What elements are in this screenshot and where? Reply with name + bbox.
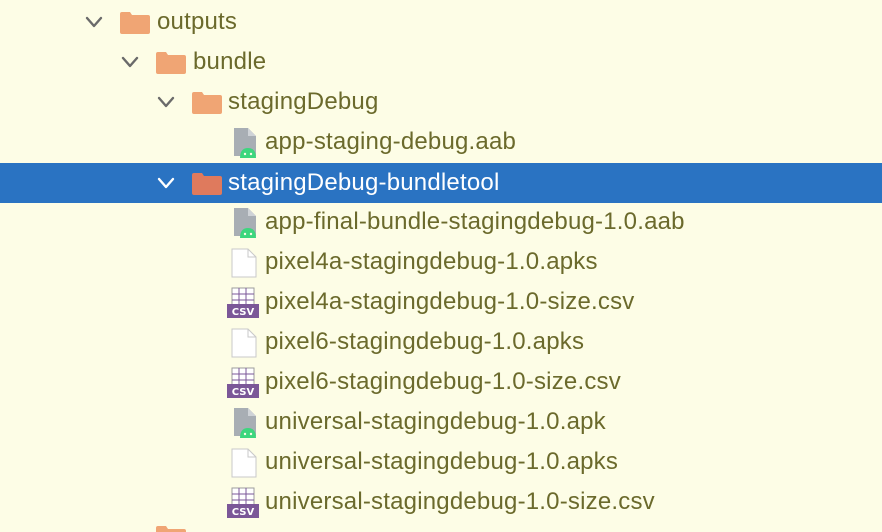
tree-row-label: stagingDebug-bundletool bbox=[228, 169, 500, 196]
csv-file-icon: CSV bbox=[227, 367, 259, 398]
android-file-icon bbox=[234, 128, 256, 158]
tree-row-pixel4a-size-csv[interactable]: CSV pixel4a-stagingdebug-1.0-size.csv bbox=[0, 282, 882, 322]
android-file-icon bbox=[234, 408, 256, 438]
tree-row-label: universal-stagingdebug-1.0.apks bbox=[265, 448, 619, 475]
folder-icon bbox=[156, 52, 186, 74]
chevron-down-icon[interactable] bbox=[82, 10, 106, 34]
csv-file-icon: CSV bbox=[227, 287, 259, 318]
folder-icon bbox=[156, 526, 186, 532]
tree-row-label: universal-stagingdebug-1.0-size.csv bbox=[265, 488, 655, 515]
chevron-down-icon[interactable] bbox=[118, 50, 142, 74]
tree-row-stagingdebug-bundletool[interactable]: stagingDebug-bundletool bbox=[0, 163, 882, 203]
tree-row-pixel4a-apks[interactable]: pixel4a-stagingdebug-1.0.apks bbox=[0, 242, 882, 282]
tree-row-label: pixel6-stagingdebug-1.0.apks bbox=[265, 328, 585, 355]
file-icon bbox=[231, 328, 257, 358]
project-file-tree: outputs bundle stagingDebug app-staging-… bbox=[0, 0, 882, 532]
folder-icon bbox=[192, 92, 222, 114]
chevron-down-icon[interactable] bbox=[154, 90, 178, 114]
tree-row-outputs[interactable]: outputs bbox=[0, 2, 882, 42]
tree-row-pixel6-size-csv[interactable]: CSV pixel6-stagingdebug-1.0-size.csv bbox=[0, 362, 882, 402]
tree-row-label: app-staging-debug.aab bbox=[265, 128, 517, 155]
android-file-icon bbox=[234, 208, 256, 238]
tree-row-label: bundle bbox=[193, 48, 267, 75]
folder-icon bbox=[192, 173, 222, 195]
tree-row-stagingdebug[interactable]: stagingDebug bbox=[0, 82, 882, 122]
svg-text:CSV: CSV bbox=[232, 307, 255, 318]
tree-row-universal-size-csv[interactable]: CSV universal-stagingdebug-1.0-size.csv bbox=[0, 482, 882, 522]
tree-row-app-staging-debug-aab[interactable]: app-staging-debug.aab bbox=[0, 122, 882, 162]
tree-row-universal-apks[interactable]: universal-stagingdebug-1.0.apks bbox=[0, 442, 882, 482]
tree-row-label: stagingDebug bbox=[228, 88, 379, 115]
svg-text:CSV: CSV bbox=[232, 507, 255, 518]
tree-row-label: pixel4a-stagingdebug-1.0-size.csv bbox=[265, 288, 635, 315]
tree-row-label: pixel4a-stagingdebug-1.0.apks bbox=[265, 248, 598, 275]
tree-row-pixel6-apks[interactable]: pixel6-stagingdebug-1.0.apks bbox=[0, 322, 882, 362]
tree-row-app-final-bundle-aab[interactable]: app-final-bundle-stagingdebug-1.0.aab bbox=[0, 202, 882, 242]
tree-row-label: pixel6-stagingdebug-1.0-size.csv bbox=[265, 368, 621, 395]
chevron-down-icon[interactable] bbox=[154, 171, 178, 195]
tree-row-label: outputs bbox=[157, 8, 238, 35]
tree-row-universal-apk[interactable]: universal-stagingdebug-1.0.apk bbox=[0, 402, 882, 442]
folder-icon bbox=[120, 12, 150, 34]
file-icon bbox=[231, 448, 257, 478]
file-icon bbox=[231, 248, 257, 278]
tree-row-label: app-final-bundle-stagingdebug-1.0.aab bbox=[265, 208, 685, 235]
tree-row-bundle[interactable]: bundle bbox=[0, 42, 882, 82]
tree-row-label: universal-stagingdebug-1.0.apk bbox=[265, 408, 606, 435]
svg-text:CSV: CSV bbox=[232, 387, 255, 398]
csv-file-icon: CSV bbox=[227, 487, 259, 518]
